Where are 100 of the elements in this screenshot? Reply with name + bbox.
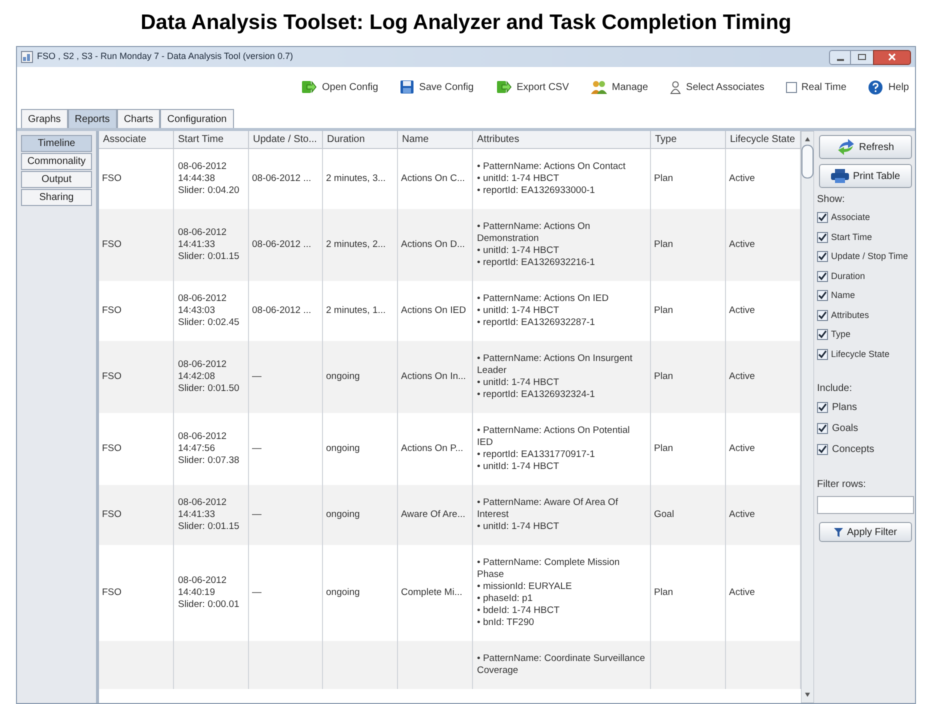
- attribute-item: • reportId: EA1326932287-1: [477, 317, 596, 329]
- attribute-item: • reportId: EA1326932216-1: [477, 257, 596, 269]
- checkbox-label: Lifecycle State: [831, 348, 890, 361]
- toolbar-button[interactable]: Save Config: [400, 80, 474, 94]
- checkbox[interactable]: [817, 329, 828, 340]
- start-time-text: 08-06-2012: [178, 161, 228, 173]
- start-time-text: 08-06-2012: [178, 227, 228, 239]
- checkbox[interactable]: [817, 212, 828, 224]
- start-time-text: 14:41:33: [178, 239, 216, 251]
- column-header[interactable]: Duration: [323, 131, 398, 148]
- attribute-item: • unitId: 1-74 HBCT: [477, 245, 560, 257]
- toolbar-button[interactable]: Export CSV: [496, 80, 569, 94]
- checkbox[interactable]: [817, 423, 828, 434]
- start-time-text: Slider: 0:00.01: [178, 599, 240, 611]
- refresh-icon: [836, 139, 855, 155]
- vertical-scrollbar[interactable]: [801, 131, 814, 703]
- window-title: FSO , S2 , S3 - Run Monday 7 - Data Analysis Tool (version 0.7): [37, 50, 293, 64]
- toolbar-button[interactable]: Open Config: [301, 80, 378, 94]
- checkbox-label: Type: [831, 328, 851, 341]
- column-header[interactable]: Start Time: [174, 131, 249, 148]
- refresh-button[interactable]: Refresh: [819, 135, 912, 159]
- tab[interactable]: Reports: [68, 109, 117, 128]
- help-icon: [868, 80, 884, 94]
- start-time-text: 14:47:56: [178, 443, 216, 455]
- checkbox[interactable]: [817, 310, 828, 321]
- attribute-item: • PatternName: Aware Of Area Of Interest: [477, 497, 619, 521]
- printer-icon: [830, 169, 849, 183]
- attribute-item: • unitId: 1-74 HBCT: [477, 173, 560, 185]
- side-tab[interactable]: Output: [21, 171, 92, 188]
- show-label: Show:: [817, 193, 846, 207]
- attribute-item: • bnId: TF290: [477, 617, 536, 629]
- start-time-text: 08-06-2012: [178, 575, 228, 587]
- side-tab[interactable]: Commonality: [21, 153, 92, 170]
- attribute-item: • PatternName: Actions On IED: [477, 293, 610, 305]
- checkbox-label: Concepts: [832, 443, 874, 457]
- start-time-text: Slider: 0:04.20: [178, 185, 240, 197]
- tab[interactable]: Configuration: [160, 109, 234, 128]
- start-time-text: 14:44:38: [178, 173, 216, 185]
- side-tab[interactable]: Timeline: [21, 135, 92, 152]
- start-time-text: 14:42:08: [178, 371, 216, 383]
- tab[interactable]: Charts: [116, 109, 160, 128]
- arrow-out-icon: [301, 80, 317, 94]
- toolbar-button[interactable]: Manage: [590, 80, 648, 94]
- filter-label: Filter rows:: [817, 478, 867, 492]
- checkbox[interactable]: [817, 348, 828, 360]
- checkbox[interactable]: [817, 232, 828, 243]
- column-header[interactable]: Attributes: [473, 131, 651, 148]
- start-time-text: 08-06-2012: [178, 359, 228, 371]
- checkbox[interactable]: [817, 251, 828, 262]
- start-time-text: Slider: 0:01.15: [178, 251, 240, 263]
- checkbox-label: Name: [831, 289, 856, 302]
- tab[interactable]: Graphs: [21, 109, 68, 128]
- checkbox[interactable]: [817, 290, 828, 302]
- column-header[interactable]: Update / Sto...: [249, 131, 323, 148]
- column-header[interactable]: Type: [651, 131, 726, 148]
- attribute-item: • unitId: 1-74 HBCT: [477, 521, 560, 533]
- toolbar-button[interactable]: Select Associates: [670, 80, 764, 94]
- attribute-item: • PatternName: Coordinate Surveillance Coverage: [477, 653, 646, 677]
- minimize-button[interactable]: [829, 50, 851, 64]
- attribute-item: • PatternName: Actions On Contact: [477, 161, 627, 173]
- checkbox[interactable]: [786, 82, 798, 92]
- filter-icon: [834, 528, 843, 536]
- attribute-item: • PatternName: Complete Mission Phase: [477, 557, 621, 581]
- checkbox[interactable]: [817, 402, 828, 413]
- person-icon: [670, 80, 682, 94]
- start-time-text: 14:41:33: [178, 509, 216, 521]
- side-tab[interactable]: Sharing: [21, 189, 92, 206]
- app-icon: [21, 51, 33, 63]
- attribute-item: • PatternName: Actions On Potential IED: [477, 425, 631, 449]
- start-time-text: Slider: 0:07.38: [178, 455, 240, 467]
- start-time-text: 08-06-2012: [178, 293, 228, 305]
- checkbox[interactable]: [817, 444, 828, 455]
- page-title: Data Analysis Toolset: Log Analyzer and Task Completion Timing: [140, 10, 792, 36]
- arrow-out-icon: [496, 80, 512, 94]
- start-time-text: 14:43:03: [178, 305, 216, 317]
- filter-field[interactable]: [817, 496, 914, 514]
- include-label: Include:: [817, 382, 854, 396]
- real-time-label: Real Time: [801, 80, 846, 94]
- start-time-text: Slider: 0:01.15: [178, 521, 240, 533]
- toolbar-button[interactable]: Help: [868, 80, 909, 94]
- attribute-item: • reportId: EA1326932324-1: [477, 389, 596, 401]
- attribute-item: • PatternName: Actions On Demonstration: [477, 221, 592, 245]
- start-time-text: 08-06-2012: [178, 431, 228, 443]
- attribute-item: • reportId: EA1331770917-1: [477, 449, 596, 461]
- print-table-button[interactable]: Print Table: [819, 164, 912, 188]
- checkbox-label: Goals: [832, 422, 858, 436]
- start-time-text: 14:40:19: [178, 587, 216, 599]
- attribute-item: • reportId: EA1326933000-1: [477, 185, 596, 197]
- column-header[interactable]: Name: [398, 131, 473, 148]
- attribute-item: • missionId: EURYALE: [477, 581, 573, 593]
- close-icon: [888, 53, 896, 61]
- close-button[interactable]: [873, 50, 911, 64]
- checkbox-label: Update / Stop Time: [831, 250, 908, 263]
- maximize-button[interactable]: [851, 50, 873, 64]
- apply-filter-button[interactable]: Apply Filter: [819, 522, 912, 542]
- people-icon: [590, 80, 607, 94]
- attribute-item: • PatternName: Actions On Insurgent Leader: [477, 353, 634, 377]
- checkbox[interactable]: [817, 270, 828, 282]
- checkbox-label: Plans: [832, 401, 858, 415]
- column-header[interactable]: Associate: [99, 131, 174, 148]
